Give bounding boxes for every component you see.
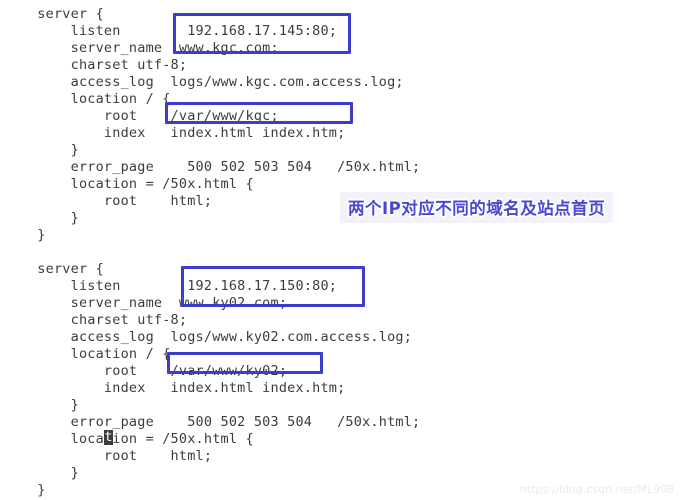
code-line-9: } (4, 142, 79, 158)
code-line-16: server { (4, 261, 104, 277)
highlight-box-listen-servername-ky02 (181, 266, 365, 307)
highlight-box-listen-servername-kgc (173, 13, 351, 54)
code-line-14: } (4, 227, 46, 243)
code-line-19: charset utf-8; (4, 312, 188, 328)
code-screenshot: server { listen 192.168.17.145:80; serve… (0, 0, 682, 500)
code-line-10: error_page 500 502 503 504 /50x.html; (4, 159, 421, 175)
annotation-label: 两个IP对应不同的域名及站点首页 (340, 192, 614, 223)
code-line-24: } (4, 397, 79, 413)
text-cursor: t (104, 429, 113, 445)
code-line-5: access_log logs/www.kgc.com.access.log; (4, 74, 404, 90)
code-line-21: location / { (4, 346, 171, 362)
code-line-6: location / { (4, 91, 171, 107)
code-line-25: error_page 500 502 503 504 /50x.html; (4, 414, 421, 430)
code-line-28: } (4, 465, 79, 481)
code-line-23: index index.html index.htm; (4, 380, 346, 396)
code-line-4: charset utf-8; (4, 57, 188, 73)
code-line-26: location = /50x.html { (4, 431, 254, 447)
highlight-box-root-kgc (165, 102, 353, 124)
code-block[interactable]: server { listen 192.168.17.145:80; serve… (0, 0, 682, 500)
watermark: https://blog.csdn.net/ML908 (519, 483, 674, 496)
code-line-27: root html; (4, 448, 213, 464)
highlight-box-root-ky02 (167, 352, 323, 374)
code-line-11: location = /50x.html { (4, 176, 254, 192)
code-line-29: } (4, 482, 46, 498)
code-line-20: access_log logs/www.ky02.com.access.log; (4, 329, 413, 345)
code-line-12: root html; (4, 193, 213, 209)
code-line-8: index index.html index.htm; (4, 125, 346, 141)
code-line-13: } (4, 210, 79, 226)
code-line-1: server { (4, 6, 104, 22)
